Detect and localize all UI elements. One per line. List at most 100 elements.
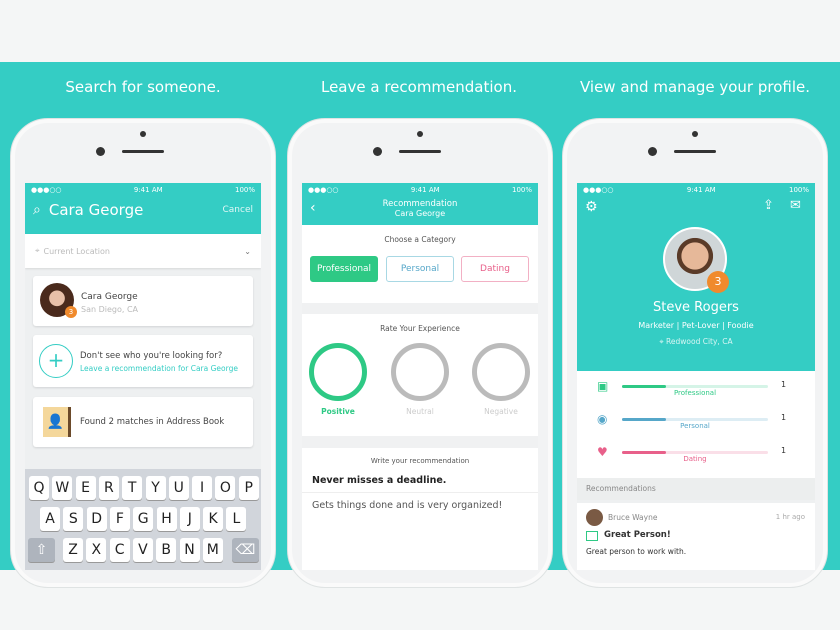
negative-face-icon[interactable] [472,343,530,401]
stat-bar [622,451,768,454]
recommend-screen: ●●●○○ 9:41 AM 100% ‹ Recommendation Cara G… [302,183,538,570]
status-time: 9:41 AM [133,186,163,194]
key-k[interactable]: K [203,507,224,531]
delete-key[interactable]: ⌫ [232,538,259,562]
address-book-text: Found 2 matches in Address Book [80,417,225,427]
key-g[interactable]: G [133,507,154,531]
stat-bar [622,418,768,421]
key-z[interactable]: Z [63,538,83,562]
key-t[interactable]: T [122,476,143,500]
key-a[interactable]: A [40,507,60,531]
search-icon: ⌕ [33,202,41,218]
key-o[interactable]: O [215,476,236,500]
key-h[interactable]: H [156,507,177,531]
address-book-icon: 👤 [43,407,71,437]
recommendation-title: Great Person! [604,530,671,540]
plus-icon: + [39,344,73,378]
key-r[interactable]: R [98,476,119,500]
profile-location: ⌖ Redwood City, CA [659,337,733,346]
recommendations-header: Recommendations [577,478,815,500]
badge: 3 [65,306,77,318]
stat-count: 1 [781,380,787,389]
person-icon: ◉ [597,412,608,426]
key-x[interactable]: X [86,538,107,562]
category-personal[interactable]: Personal [386,256,454,282]
rating-negative[interactable]: Negative [472,407,530,416]
stats-panel: ▣ Professional 1 ◉ Personal 1 ♥ Dating 1 [577,371,815,478]
rating-neutral[interactable]: Neutral [391,407,449,416]
key-q[interactable]: Q [29,476,49,500]
screen-subtitle: Cara George [394,209,446,218]
settings-gear-icon[interactable]: ⚙ [585,199,598,215]
shift-key[interactable]: ⇧ [28,538,55,562]
key-j[interactable]: J [179,507,200,531]
search-screen: ●●●○○ 9:41 AM 100% ⌕ Cara George Cancel ⌖ C… [25,183,261,570]
key-b[interactable]: B [156,538,177,562]
body-textarea[interactable]: Gets things done and is very organized! [302,493,538,563]
pin-icon: ⌖ [35,246,40,255]
stat-count: 1 [781,413,787,422]
location-text: Redwood City, CA [666,337,733,346]
leave-recommendation-link[interactable]: Leave a recommendation for Cara George [80,364,238,373]
key-s[interactable]: S [63,507,84,531]
author-name: Bruce Wayne [608,513,658,522]
status-battery: 100% [788,186,809,194]
recommendation-item[interactable]: Bruce Wayne 1 hr ago Great Person! Great… [577,503,815,570]
result-location: San Diego, CA [81,305,139,314]
profile-tagline: Marketer | Pet-Lover | Foodie [638,321,754,330]
location-filter[interactable]: ⌖ Current Location ⌄ [25,234,261,268]
back-button[interactable]: ‹ [310,200,316,216]
recommendation-time: 1 hr ago [775,513,805,521]
status-time: 9:41 AM [686,186,716,194]
caption-search: Search for someone. [65,78,221,96]
key-y[interactable]: Y [145,476,166,500]
key-v[interactable]: V [132,538,153,562]
key-e[interactable]: E [75,476,96,500]
result-name: Cara George [81,292,138,302]
rate-label: Rate Your Experience [380,324,460,333]
stat-label: Professional [673,389,717,397]
key-l[interactable]: L [226,507,247,531]
keyboard: Q W E R T Y U I O P A S D F G H J K L Z X C V B N M ⇧ ⌫ [25,469,261,570]
search-result-item[interactable]: 3 Cara George San Diego, CA [33,276,253,326]
location-placeholder: Current Location [43,246,110,256]
key-d[interactable]: D [86,507,107,531]
mail-icon[interactable]: ✉ [790,198,801,213]
not-found-title: Don't see who you're looking for? [80,351,223,361]
category-dating[interactable]: Dating [461,256,529,282]
stat-label: Dating [683,455,707,463]
search-input[interactable]: Cara George [49,201,223,219]
key-c[interactable]: C [109,538,130,562]
recommendation-text: Great person to work with. [586,547,687,556]
share-icon[interactable]: ⇪ [763,198,774,213]
stat-count: 1 [781,446,787,455]
status-battery: 100% [511,186,532,194]
stat-label: Personal [680,422,710,430]
rating-positive[interactable]: Positive [309,407,367,416]
leave-recommendation-card[interactable]: + Don't see who you're looking for? Leav… [33,335,253,387]
key-u[interactable]: U [168,476,189,500]
key-p[interactable]: P [238,476,259,500]
status-battery: 100% [234,186,255,194]
key-i[interactable]: I [192,476,213,500]
briefcase-icon: ▣ [597,379,609,393]
key-w[interactable]: W [52,476,73,500]
status-time: 9:41 AM [410,186,440,194]
cancel-button[interactable]: Cancel [223,205,254,215]
key-m[interactable]: M [202,538,223,562]
profile-name: Steve Rogers [653,300,739,315]
key-f[interactable]: F [109,507,130,531]
neutral-face-icon[interactable] [391,343,449,401]
address-book-card[interactable]: 👤 Found 2 matches in Address Book [33,397,253,447]
chevron-down-icon: ⌄ [244,246,251,256]
category-professional[interactable]: Professional [310,256,378,282]
hearts-icon: ♥ [597,445,608,459]
key-n[interactable]: N [179,538,200,562]
briefcase-icon [586,531,598,541]
stat-bar [622,385,768,388]
headline-input[interactable]: Never misses a deadline. [302,465,538,493]
author-avatar [586,509,603,526]
caption-recommend: Leave a recommendation. [320,78,517,96]
positive-face-icon[interactable] [309,343,367,401]
profile-screen: ●●●○○ 9:41 AM 100% ⚙ ⇪ ✉ 3 Steve Rogers Ma… [577,183,815,570]
